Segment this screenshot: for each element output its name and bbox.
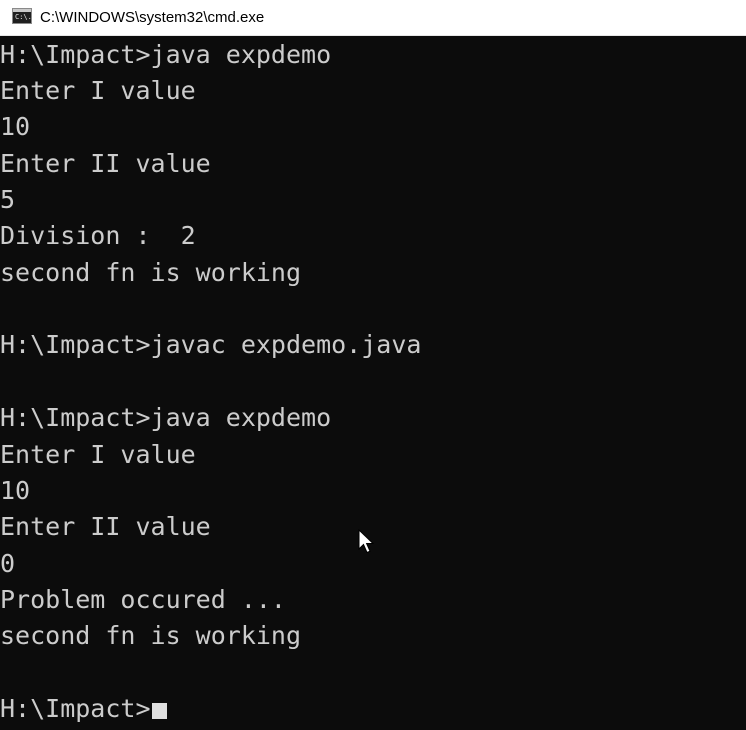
console-line: H:\Impact>java expdemo (0, 40, 332, 69)
cmd-icon: C:\. (12, 8, 32, 24)
console-line: Enter II value (0, 149, 211, 178)
console-line: H:\Impact>javac expdemo.java (0, 330, 422, 359)
text-cursor (151, 703, 167, 719)
console-line: Problem occured ... (0, 585, 286, 614)
cmd-icon-text: C:\. (15, 13, 32, 21)
console-line: Enter II value (0, 512, 211, 541)
console-line: Enter I value (0, 76, 196, 105)
console-line: 10 (0, 476, 31, 505)
window-title: C:\WINDOWS\system32\cmd.exe (40, 9, 265, 26)
console-line: 10 (0, 112, 31, 141)
console-output[interactable]: H:\Impact>java expdemo Enter I value 10 … (0, 37, 746, 730)
console-line: H:\Impact>java expdemo (0, 403, 332, 432)
console-line: Enter I value (0, 440, 196, 469)
cmd-window: C:\. C:\WINDOWS\system32\cmd.exe H:\Impa… (0, 0, 746, 730)
console-line: 0 (0, 549, 16, 578)
prompt-line[interactable]: H:\Impact> (0, 691, 167, 727)
console-line: second fn is working (0, 621, 302, 650)
console-line: Division : 2 (0, 221, 196, 250)
prompt-text: H:\Impact> (0, 694, 151, 723)
title-bar[interactable]: C:\. C:\WINDOWS\system32\cmd.exe (0, 0, 746, 36)
console-line: second fn is working (0, 258, 302, 287)
console-line: 5 (0, 185, 16, 214)
mouse-pointer-icon (358, 529, 375, 554)
